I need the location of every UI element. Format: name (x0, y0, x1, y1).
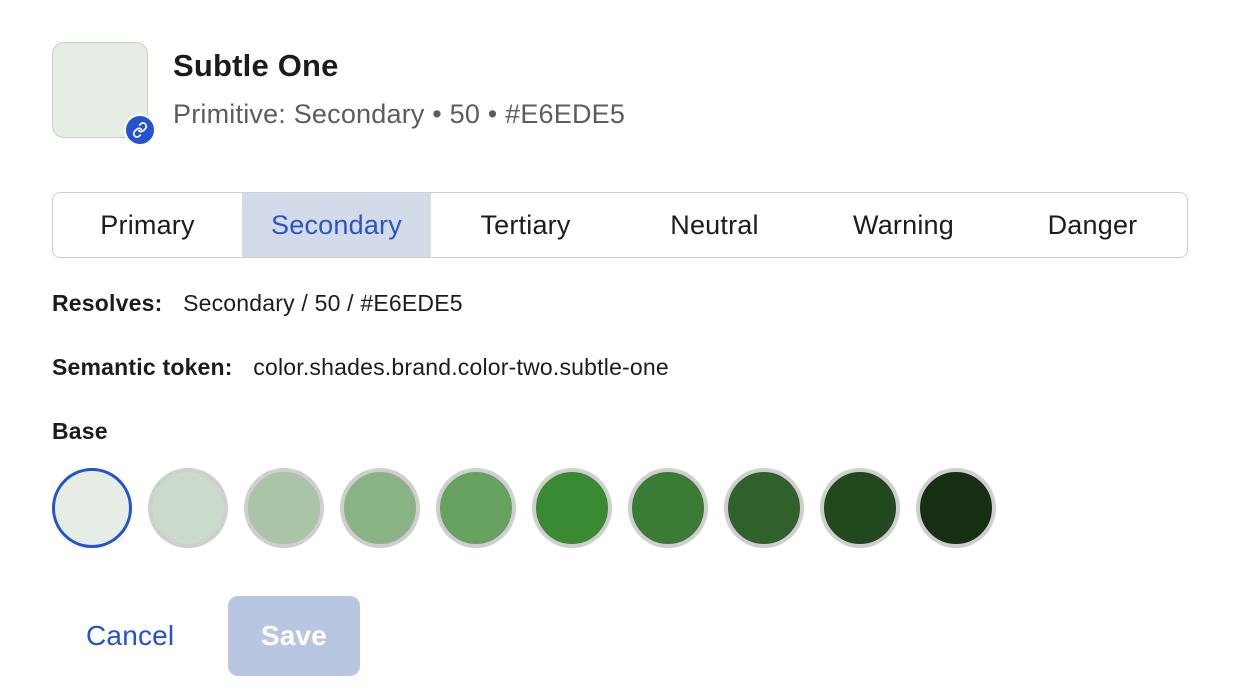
token-swatch-wrap (52, 42, 156, 146)
token-title: Subtle One (173, 48, 339, 83)
token-meta: Primitive: Secondary • 50 • #E6EDE5 (173, 99, 626, 129)
tab-tertiary[interactable]: Tertiary (431, 193, 620, 257)
palette-tabs: Primary Secondary Tertiary Neutral Warni… (52, 192, 1188, 258)
cancel-button[interactable]: Cancel (56, 596, 208, 676)
color-option-1[interactable] (52, 468, 132, 548)
link-icon[interactable] (124, 114, 156, 146)
color-option-2[interactable] (148, 468, 228, 548)
tab-primary[interactable]: Primary (53, 193, 242, 257)
semantic-token-label: Semantic token: (52, 354, 233, 380)
base-color-options (52, 468, 1012, 548)
tab-warning[interactable]: Warning (809, 193, 998, 257)
color-option-10[interactable] (916, 468, 996, 548)
color-option-7[interactable] (628, 468, 708, 548)
token-header: Subtle One Primitive: Secondary • 50 • #… (52, 42, 625, 146)
resolves-value: Secondary / 50 / #E6EDE5 (183, 290, 463, 316)
color-option-3[interactable] (244, 468, 324, 548)
color-option-6[interactable] (532, 468, 612, 548)
tab-danger[interactable]: Danger (998, 193, 1187, 257)
save-button[interactable]: Save (228, 596, 360, 676)
resolves-row: Resolves: Secondary / 50 / #E6EDE5 (52, 290, 463, 317)
base-label: Base (52, 418, 108, 444)
color-option-8[interactable] (724, 468, 804, 548)
tab-secondary[interactable]: Secondary (242, 193, 431, 257)
color-option-9[interactable] (820, 468, 900, 548)
color-option-5[interactable] (436, 468, 516, 548)
token-header-text: Subtle One Primitive: Secondary • 50 • #… (173, 42, 625, 130)
resolves-label: Resolves: (52, 290, 163, 316)
semantic-token-value: color.shades.brand.color-two.subtle-one (253, 354, 669, 380)
tab-neutral[interactable]: Neutral (620, 193, 809, 257)
color-option-4[interactable] (340, 468, 420, 548)
semantic-token-row: Semantic token: color.shades.brand.color… (52, 354, 669, 381)
